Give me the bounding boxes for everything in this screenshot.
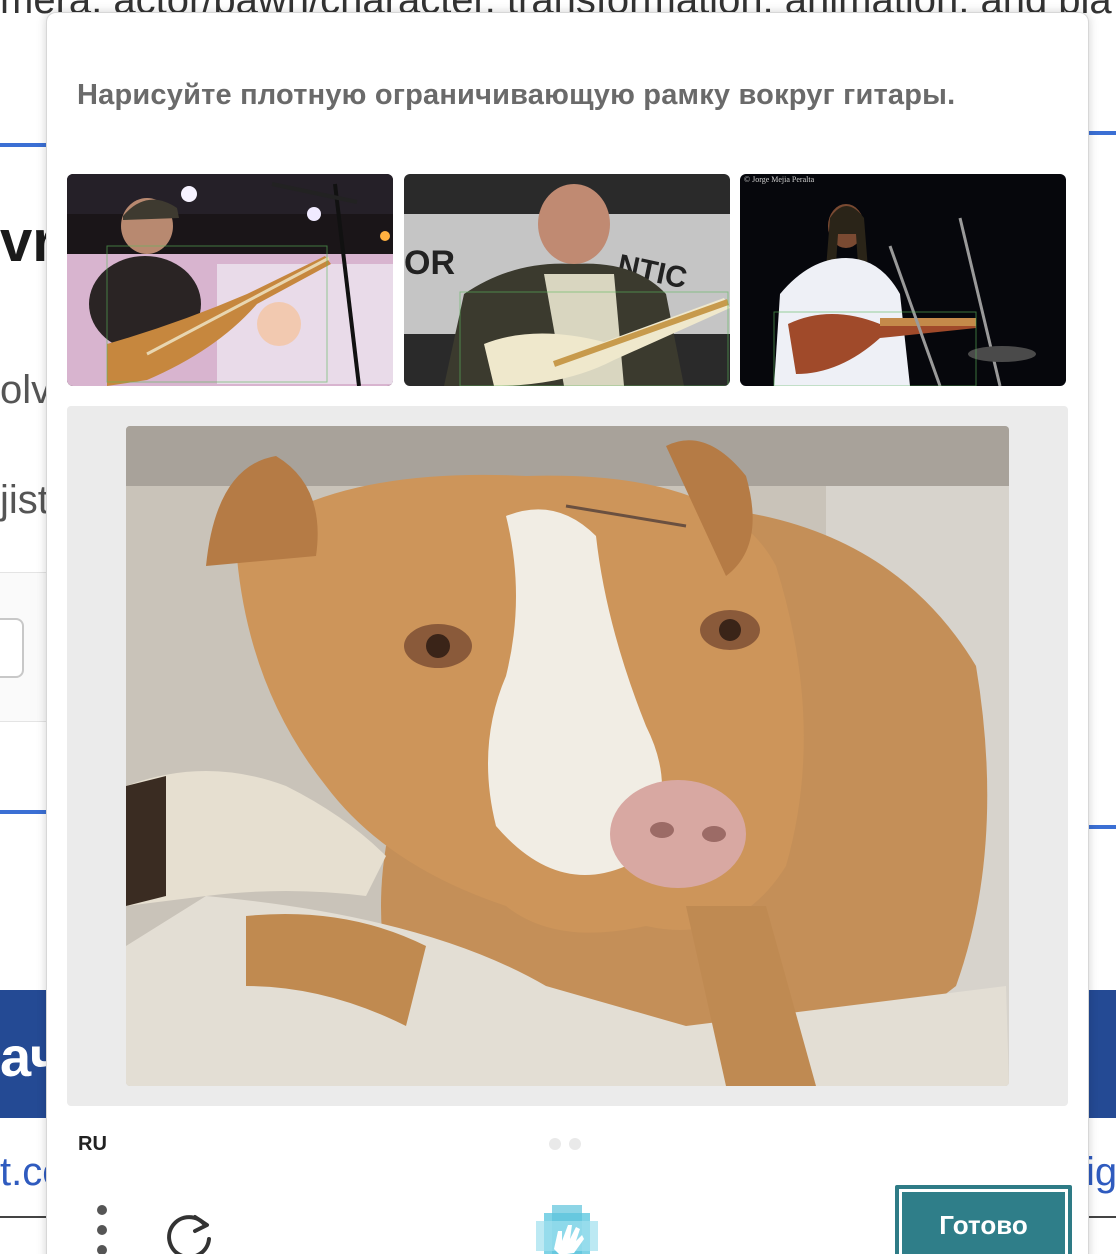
background-title-fragment: vr <box>0 209 46 274</box>
language-selector[interactable]: RU <box>78 1133 107 1156</box>
challenge-prompt: Нарисуйте плотную ограничивающую рамку в… <box>77 79 956 111</box>
task-image-frame <box>67 406 1068 1106</box>
svg-text:OR: OR <box>404 244 455 282</box>
hcaptcha-hand-icon <box>534 1203 600 1254</box>
kebab-menu-icon[interactable] <box>92 1203 112 1254</box>
background-divider <box>1089 825 1116 829</box>
photo-watermark: © Jorge Mejia Peralta <box>744 175 815 184</box>
background-rule <box>1089 1216 1116 1218</box>
example-images-row: OR NTIC IVA © Jorge Mejia Peralta <box>67 174 1067 386</box>
background-link-fragment: t.co <box>0 1150 46 1194</box>
submit-button[interactable]: Готово <box>895 1185 1072 1254</box>
background-text-fragment: olv <box>0 368 46 412</box>
task-image-canvas[interactable] <box>126 426 1009 1086</box>
example-image-bassist <box>67 174 393 386</box>
background-text-fragment: jist <box>0 478 46 522</box>
example-image-dreadlock-guitarist: © Jorge Mejia Peralta <box>740 174 1066 386</box>
background-link-fragment: ig <box>1086 1150 1116 1194</box>
refresh-icon[interactable] <box>165 1211 215 1254</box>
page-dot <box>569 1138 581 1150</box>
background-divider <box>0 143 46 147</box>
background-rule <box>0 1216 46 1218</box>
background-input <box>0 618 24 678</box>
submit-button-label: Готово <box>902 1192 1065 1254</box>
page-indicator <box>549 1137 589 1155</box>
example-image-strat-guitarist: OR NTIC IVA <box>404 174 730 386</box>
captcha-challenge-card: Нарисуйте плотную ограничивающую рамку в… <box>46 12 1089 1254</box>
background-divider <box>0 810 46 814</box>
background-divider <box>1089 131 1116 135</box>
background-banner-text: ач <box>0 1025 46 1088</box>
page-dot <box>549 1138 561 1150</box>
background-banner <box>1089 990 1116 1118</box>
